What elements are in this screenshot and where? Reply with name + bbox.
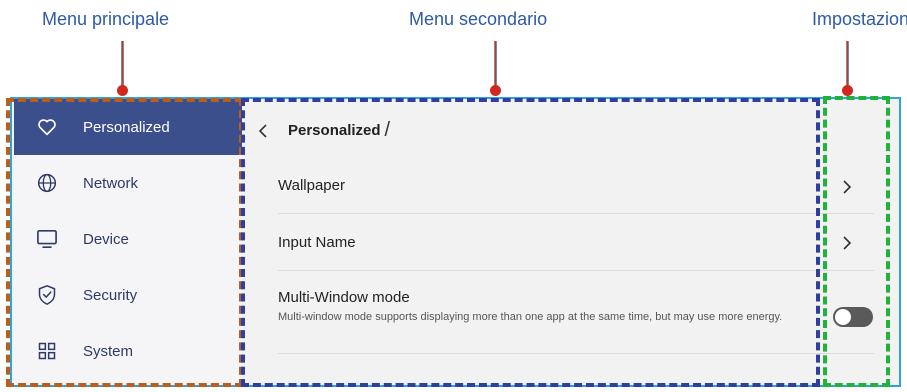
sidebar-item-system[interactable]: System: [14, 323, 242, 379]
row-divider: [278, 270, 874, 271]
sidebar-item-label: Security: [83, 286, 138, 304]
sidebar-item-network[interactable]: Network: [14, 155, 242, 211]
main-menu-marker-dot: [117, 85, 128, 96]
row-divider: [278, 353, 874, 354]
chevron-right-icon[interactable]: [840, 233, 854, 253]
setting-label: Multi-Window mode: [278, 289, 410, 306]
callout-sub-menu-leader: [494, 41, 497, 87]
callout-settings-leader: [846, 41, 849, 87]
heart-icon: [36, 116, 58, 138]
main-menu: Personalized Network Device Security Sys…: [14, 99, 242, 385]
setting-label: Input Name: [278, 234, 356, 251]
callout-sub-menu: Menu secondario: [409, 9, 548, 29]
setting-row-multi-window-mode: Multi-Window mode Multi-window mode supp…: [278, 289, 874, 349]
sidebar-item-security[interactable]: Security: [14, 267, 242, 323]
settings-screen: Personalized Network Device Security Sys…: [10, 97, 901, 387]
setting-row-input-name[interactable]: Input Name: [278, 223, 874, 263]
shield-check-icon: [36, 284, 58, 306]
globe-icon: [36, 172, 58, 194]
breadcrumb-current: Personalized: [288, 122, 381, 139]
sidebar-item-personalized[interactable]: Personalized: [14, 99, 242, 155]
monitor-icon: [36, 228, 58, 250]
settings-controls: [830, 99, 894, 385]
sidebar-item-device[interactable]: Device: [14, 211, 242, 267]
sidebar-item-label: Network: [83, 174, 139, 192]
sub-menu-marker-dot: [490, 85, 501, 96]
callout-main-menu-leader: [121, 41, 124, 87]
chevron-right-icon[interactable]: [840, 177, 854, 197]
settings-marker-dot: [842, 85, 853, 96]
sub-menu: Personalized / Wallpaper Input Name Mult…: [250, 99, 874, 385]
sidebar-item-label: Personalized: [83, 118, 170, 136]
multi-window-toggle[interactable]: [833, 307, 873, 327]
breadcrumb: Personalized /: [250, 119, 390, 142]
sidebar-item-label: System: [83, 342, 134, 360]
setting-label: Wallpaper: [278, 177, 345, 194]
row-divider: [278, 213, 874, 214]
toggle-knob: [835, 309, 851, 325]
grid-icon: [36, 340, 58, 362]
sidebar-item-label: Device: [83, 230, 129, 248]
callout-main-menu: Menu principale: [42, 9, 170, 29]
setting-row-wallpaper[interactable]: Wallpaper: [278, 167, 874, 207]
callout-settings: Impostazioni: [812, 9, 907, 29]
setting-description: Multi-window mode supports displaying mo…: [278, 311, 783, 323]
chevron-left-icon[interactable]: [256, 121, 270, 141]
breadcrumb-separator: /: [384, 119, 391, 141]
